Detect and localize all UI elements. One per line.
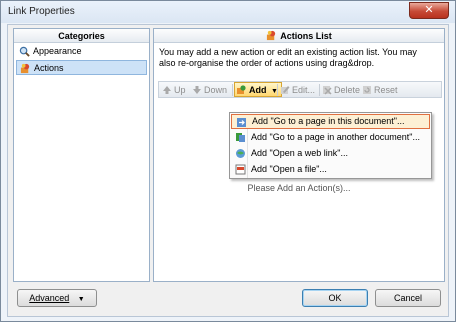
category-item-actions[interactable]: Actions <box>16 60 147 75</box>
description-line: You may add a new action or edit an exis… <box>159 47 417 57</box>
category-label: Appearance <box>33 46 82 56</box>
add-icon <box>237 85 246 94</box>
ok-button[interactable]: OK <box>302 289 368 307</box>
toolbar-separator <box>277 84 278 96</box>
add-label: Add <box>249 85 267 95</box>
toolbar-separator <box>319 84 320 96</box>
page-link-icon <box>237 118 246 127</box>
add-action-menu: Add "Go to a page in this document"... A… <box>229 112 432 179</box>
delete-icon <box>323 86 332 95</box>
title-bar: Link Properties ✕ <box>1 1 455 23</box>
down-label: Down <box>204 85 228 95</box>
chevron-down-icon: ▼ <box>77 296 85 303</box>
menu-item-open-web-link[interactable]: Add "Open a web link"... <box>231 146 430 161</box>
menu-item-open-file[interactable]: Add "Open a file"... <box>231 162 430 177</box>
magnifier-icon <box>19 46 30 57</box>
menu-item-label: Add "Go to a page in another document"..… <box>251 132 421 142</box>
delete-label: Delete <box>334 85 361 95</box>
reset-icon <box>363 86 371 94</box>
close-icon: ✕ <box>424 4 434 16</box>
category-item-appearance[interactable]: Appearance <box>16 44 147 59</box>
reset-label: Reset <box>374 85 398 95</box>
categories-panel: Categories Appearance Actions <box>13 28 150 282</box>
arrow-up-icon <box>163 86 171 94</box>
close-button[interactable]: ✕ <box>409 2 449 19</box>
edit-button[interactable]: Edit... <box>280 83 315 97</box>
menu-item-goto-page-this-document[interactable]: Add "Go to a page in this document"... <box>231 114 430 129</box>
menu-item-label: Add "Open a web link"... <box>251 148 348 158</box>
actions-header-label: Actions List <box>280 31 332 41</box>
empty-list-message: Please Add an Action(s)... <box>247 183 351 193</box>
menu-item-goto-page-another-document[interactable]: Add "Go to a page in another document"..… <box>231 130 430 145</box>
edit-label: Edit... <box>292 85 316 95</box>
advanced-button[interactable]: Advanced ▼ <box>17 289 97 307</box>
down-button[interactable]: Down <box>192 83 227 97</box>
up-label: Up <box>174 85 186 95</box>
menu-item-label: Add "Open a file"... <box>251 164 327 174</box>
arrow-down-icon <box>193 86 201 94</box>
link-properties-dialog: Link Properties ✕ Categories Appearance <box>0 0 456 322</box>
add-dropdown-button[interactable]: Add ▼ <box>234 82 282 97</box>
actions-toolbar: Up Down Add ▼ Edit... Delete Reset <box>158 81 442 98</box>
reset-button[interactable]: Reset <box>362 83 398 97</box>
menu-item-label: Add "Go to a page in this document"... <box>252 116 405 126</box>
actions-header: Actions List <box>154 29 444 43</box>
category-label: Actions <box>34 63 64 73</box>
actions-icon <box>267 30 276 41</box>
edit-icon <box>281 86 290 94</box>
cancel-button[interactable]: Cancel <box>375 289 441 307</box>
toolbar-separator <box>232 84 233 96</box>
advanced-label: Advanced <box>29 293 70 303</box>
delete-button[interactable]: Delete <box>322 83 360 97</box>
categories-header: Categories <box>14 29 149 43</box>
window-title: Link Properties <box>8 6 75 17</box>
actions-icon <box>20 63 30 74</box>
document-link-icon <box>236 133 245 142</box>
up-button[interactable]: Up <box>162 83 186 97</box>
globe-icon <box>236 149 245 158</box>
description-line: also re-organise the order of actions us… <box>159 58 375 68</box>
file-icon <box>235 164 246 175</box>
actions-description: You may add a new action or edit an exis… <box>159 47 441 69</box>
